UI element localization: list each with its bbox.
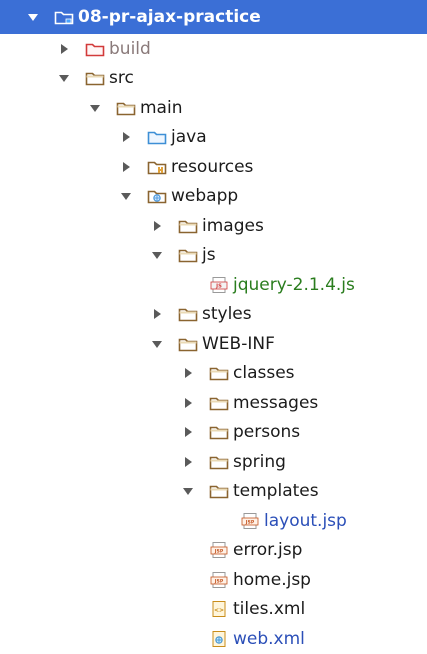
tree-folder-row[interactable]: persons (0, 417, 427, 447)
tree-item-label: WEB-INF (202, 333, 275, 354)
tree-folder-row[interactable]: styles (0, 299, 427, 329)
tree-folder-row[interactable]: classes (0, 358, 427, 388)
tree-item-label: styles (202, 304, 252, 324)
svg-text:<>: <> (214, 607, 224, 614)
folder-icon (209, 453, 229, 471)
folder-icon (178, 305, 198, 323)
tree-item-label: messages (233, 392, 319, 413)
jsp-file-icon: JSP (240, 512, 260, 530)
tree-file-row[interactable]: JSP layout.jsp (0, 506, 427, 536)
tree-item-label: jquery-2.1.4.js (233, 274, 355, 295)
chevron-down-icon[interactable] (150, 248, 164, 262)
jsp-file-icon: JSP (209, 571, 229, 589)
tree-file-row[interactable]: JS jquery-2.1.4.js (0, 270, 427, 300)
tree-item-label: src (109, 68, 134, 88)
tree-folder-row[interactable]: templates (0, 476, 427, 506)
project-folder-icon (54, 8, 74, 26)
chevron-down-icon[interactable] (150, 337, 164, 351)
chevron-right-icon[interactable] (119, 130, 133, 144)
tree-item-label: home.jsp (233, 569, 311, 590)
chevron-right-icon[interactable] (57, 42, 71, 56)
svg-text:JSP: JSP (214, 578, 224, 584)
folder-icon (178, 217, 198, 235)
tree-item-label: spring (233, 451, 286, 472)
folder-icon (178, 335, 198, 353)
svg-text:JS: JS (215, 283, 222, 289)
tree-folder-row[interactable]: messages (0, 388, 427, 418)
tree-folder-row[interactable]: WEB-INF (0, 329, 427, 359)
xml-file-icon: <> (209, 600, 229, 618)
tree-item-label: error.jsp (233, 540, 303, 560)
web-folder-icon (147, 187, 167, 205)
chevron-right-icon[interactable] (181, 366, 195, 380)
tree-item-label: build (109, 38, 151, 59)
folder-icon (116, 99, 136, 117)
folder-icon (209, 482, 229, 500)
folder-icon (209, 394, 229, 412)
tree-folder-row[interactable]: java (0, 122, 427, 152)
disclosure-placeholder (181, 602, 195, 616)
disclosure-placeholder (181, 573, 195, 587)
folder-icon (178, 246, 198, 264)
chevron-right-icon[interactable] (181, 396, 195, 410)
disclosure-placeholder (181, 632, 195, 646)
tree-file-row[interactable]: JSP error.jsp (0, 535, 427, 565)
chevron-down-icon[interactable] (57, 71, 71, 85)
tree-item-label: persons (233, 422, 301, 442)
chevron-down-icon[interactable] (26, 10, 40, 24)
web-xml-file-icon (209, 630, 229, 648)
tree-item-label: images (202, 215, 264, 236)
svg-text:JSP: JSP (214, 548, 224, 554)
folder-icon (209, 364, 229, 382)
tree-folder-row[interactable]: images (0, 211, 427, 241)
tree-file-row[interactable]: JSP home.jsp (0, 565, 427, 595)
folder-icon (85, 69, 105, 87)
tree-item-label: web.xml (233, 628, 305, 649)
tree-folder-row[interactable]: 08-pr-ajax-practice (0, 0, 427, 34)
chevron-right-icon[interactable] (150, 307, 164, 321)
tree-folder-row[interactable]: spring (0, 447, 427, 477)
js-file-icon: JS (209, 276, 229, 294)
project-tree: 08-pr-ajax-practice build src main java … (0, 0, 427, 652)
tree-item-label: js (202, 245, 216, 265)
tree-folder-row[interactable]: js (0, 240, 427, 270)
tree-folder-row[interactable]: build (0, 34, 427, 64)
chevron-right-icon[interactable] (119, 160, 133, 174)
source-folder-icon (147, 128, 167, 146)
chevron-down-icon[interactable] (88, 101, 102, 115)
tree-item-label: 08-pr-ajax-practice (78, 6, 261, 27)
disclosure-placeholder (181, 543, 195, 557)
tree-item-label: layout.jsp (264, 510, 347, 531)
chevron-right-icon[interactable] (181, 455, 195, 469)
tree-folder-row[interactable]: main (0, 93, 427, 123)
jsp-file-icon: JSP (209, 541, 229, 559)
chevron-down-icon[interactable] (181, 484, 195, 498)
tree-item-label: tiles.xml (233, 599, 306, 619)
tree-item-label: templates (233, 481, 319, 501)
excluded-folder-icon (85, 40, 105, 58)
chevron-right-icon[interactable] (181, 425, 195, 439)
tree-folder-row[interactable]: src (0, 63, 427, 93)
tree-item-label: webapp (171, 186, 239, 206)
tree-file-row[interactable]: web.xml (0, 624, 427, 654)
tree-item-label: java (171, 127, 207, 147)
resources-folder-icon (147, 158, 167, 176)
tree-item-label: main (140, 97, 183, 118)
tree-file-row[interactable]: <> tiles.xml (0, 594, 427, 624)
disclosure-placeholder (212, 514, 226, 528)
disclosure-placeholder (181, 278, 195, 292)
tree-item-label: classes (233, 363, 295, 383)
chevron-right-icon[interactable] (150, 219, 164, 233)
tree-folder-row[interactable]: webapp (0, 181, 427, 211)
chevron-down-icon[interactable] (119, 189, 133, 203)
svg-text:JSP: JSP (245, 519, 255, 525)
tree-folder-row[interactable]: resources (0, 152, 427, 182)
tree-item-label: resources (171, 156, 254, 177)
folder-icon (209, 423, 229, 441)
